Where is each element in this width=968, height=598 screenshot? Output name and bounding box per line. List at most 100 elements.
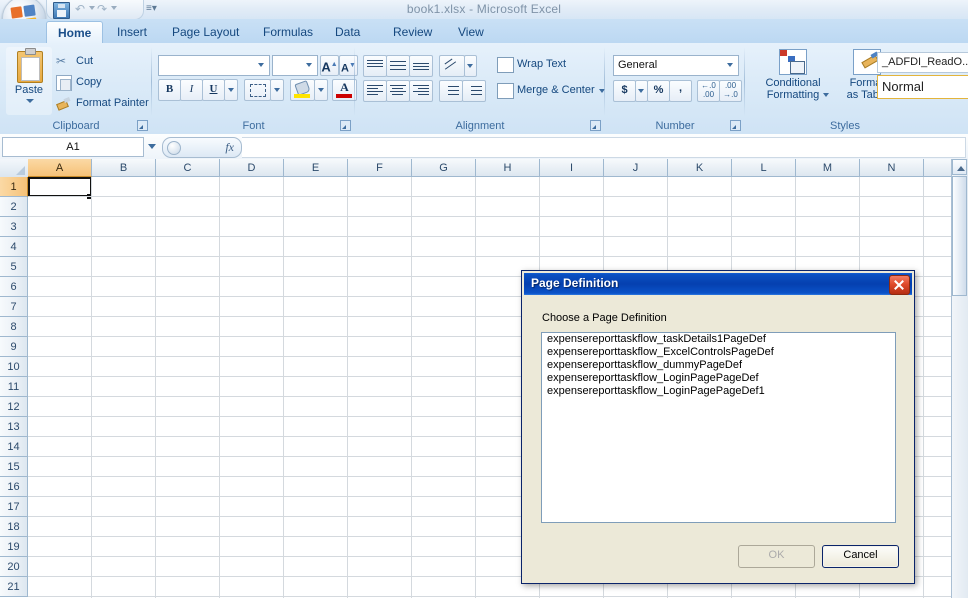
undo-icon[interactable]: ↶ [75,3,85,15]
name-box[interactable]: A1 [2,137,144,157]
list-item[interactable]: expensereporttaskflow_LoginPagePageDef [542,372,895,385]
column-header-h[interactable]: H [476,159,540,177]
row-header-4[interactable]: 4 [0,237,28,257]
tab-review[interactable]: Review [382,21,443,43]
cut-button[interactable]: ✂ Cut [56,51,93,71]
undo-dropdown-icon[interactable] [89,6,95,10]
wrap-text-button[interactable]: Wrap Text [495,54,566,74]
align-middle-button[interactable] [386,55,410,77]
borders-dropdown-button[interactable] [270,79,284,101]
column-header-d[interactable]: D [220,159,284,177]
row-header-3[interactable]: 3 [0,217,28,237]
format-painter-button[interactable]: Format Painter [56,93,149,113]
row-header-15[interactable]: 15 [0,457,28,477]
row-header-14[interactable]: 14 [0,437,28,457]
decrease-indent-button[interactable] [439,80,463,102]
column-header-k[interactable]: K [668,159,732,177]
number-dialog-launcher[interactable] [730,120,741,131]
increase-font-size-button[interactable]: A▲ [320,55,339,76]
column-header-l[interactable]: L [732,159,796,177]
column-header-a[interactable]: A [28,159,92,177]
row-header-19[interactable]: 19 [0,537,28,557]
cancel-button[interactable]: Cancel [822,545,899,568]
column-header-c[interactable]: C [156,159,220,177]
row-header-21[interactable]: 21 [0,577,28,597]
page-definition-listbox[interactable]: expensereporttaskflow_taskDetails1PageDe… [541,332,896,523]
align-center-button[interactable] [386,80,410,102]
row-header-12[interactable]: 12 [0,397,28,417]
column-header-m[interactable]: M [796,159,860,177]
cell-style-normal[interactable]: Normal [877,75,968,99]
insert-function-icon[interactable]: fx [225,140,234,155]
clipboard-dialog-launcher[interactable] [137,120,148,131]
cancel-formula-icon[interactable] [167,141,181,155]
borders-button[interactable] [244,79,271,101]
customize-qat-icon[interactable]: ≡▾ [146,3,157,14]
column-header-i[interactable]: I [540,159,604,177]
column-header-e[interactable]: E [284,159,348,177]
tab-view[interactable]: View [447,21,495,43]
increase-indent-button[interactable] [462,80,486,102]
font-name-input[interactable] [158,55,270,76]
orientation-button[interactable] [439,55,465,77]
copy-button[interactable]: Copy [56,72,102,92]
formula-input[interactable] [242,137,966,158]
align-bottom-button[interactable] [409,55,433,77]
list-item[interactable]: expensereporttaskflow_ExcelControlsPageD… [542,346,895,359]
increase-decimal-button[interactable]: ←.0.00 [697,80,720,102]
list-item[interactable]: expensereporttaskflow_dummyPageDef [542,359,895,372]
tab-data[interactable]: Data [324,21,371,43]
ok-button[interactable]: OK [738,545,815,568]
comma-button[interactable]: , [669,80,692,102]
underline-button[interactable]: U [202,79,225,101]
font-size-input[interactable] [272,55,318,76]
redo-dropdown-icon[interactable] [111,6,117,10]
alignment-dialog-launcher[interactable] [590,120,601,131]
font-size-dropdown-icon[interactable] [306,63,312,67]
list-item[interactable]: expensereporttaskflow_LoginPagePageDef1 [542,385,895,398]
row-header-8[interactable]: 8 [0,317,28,337]
redo-icon[interactable]: ↷ [97,3,107,15]
fill-color-button[interactable] [290,79,315,101]
row-header-1[interactable]: 1 [0,177,28,197]
list-item[interactable]: expensereporttaskflow_taskDetails1PageDe… [542,333,895,346]
row-header-9[interactable]: 9 [0,337,28,357]
percent-button[interactable]: % [647,80,670,102]
font-dialog-launcher[interactable] [340,120,351,131]
cell-style-readonly[interactable]: _ADFDI_ReadO... [877,52,968,73]
column-header-b[interactable]: B [92,159,156,177]
decrease-decimal-button[interactable]: .00 →.0 [719,80,742,102]
name-box-dropdown-icon[interactable] [148,144,156,149]
row-header-10[interactable]: 10 [0,357,28,377]
underline-dropdown-button[interactable] [224,79,238,101]
row-header-13[interactable]: 13 [0,417,28,437]
active-cell[interactable] [28,177,92,197]
row-header-5[interactable]: 5 [0,257,28,277]
column-header-g[interactable]: G [412,159,476,177]
vertical-scrollbar[interactable] [951,159,968,598]
column-header-j[interactable]: J [604,159,668,177]
tab-home[interactable]: Home [46,21,104,44]
bold-button[interactable]: B [158,79,181,101]
italic-button[interactable]: I [180,79,203,101]
number-format-select[interactable]: General [613,55,739,76]
row-header-11[interactable]: 11 [0,377,28,397]
tab-formulas[interactable]: Formulas [252,21,324,43]
row-header-2[interactable]: 2 [0,197,28,217]
column-header-f[interactable]: F [348,159,412,177]
align-right-button[interactable] [409,80,433,102]
close-icon[interactable] [889,275,910,295]
tab-insert[interactable]: Insert [106,21,158,43]
merge-center-button[interactable]: Merge & Center [495,80,605,100]
fill-color-dropdown-button[interactable] [314,79,328,101]
paste-button[interactable]: Paste [6,47,52,115]
row-header-7[interactable]: 7 [0,297,28,317]
number-format-dropdown-icon[interactable] [727,63,733,67]
align-left-button[interactable] [363,80,387,102]
row-header-17[interactable]: 17 [0,497,28,517]
scroll-up-button[interactable] [952,159,967,175]
font-name-dropdown-icon[interactable] [258,63,264,67]
scrollbar-thumb[interactable] [952,176,967,296]
select-all-corner[interactable] [0,159,29,178]
paste-dropdown-icon[interactable] [26,99,34,103]
